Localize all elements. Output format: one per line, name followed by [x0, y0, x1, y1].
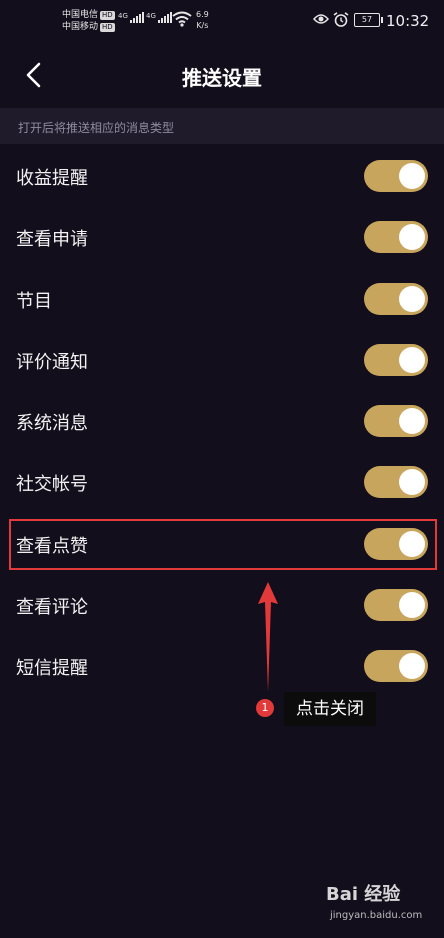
toggle-knob — [399, 224, 425, 251]
section-hint-bar: 打开后将推送相应的消息类型 — [0, 108, 444, 144]
setting-label: 评价通知 — [16, 351, 88, 373]
setting-label: 收益提醒 — [16, 168, 88, 189]
step-badge: 1 — [256, 699, 274, 717]
setting-label: 系统消息 — [16, 413, 88, 435]
toggle-knob — [399, 163, 425, 189]
alarm-icon — [333, 12, 349, 27]
setting-row-sms-reminder: 短信提醒 — [0, 636, 444, 697]
baidu-watermark: Bai 经验 jingyan.baidu.com — [326, 880, 426, 932]
setting-row-programs: 节目 — [0, 269, 444, 330]
highlight-box — [9, 519, 437, 570]
page-title: 推送设置 — [182, 66, 262, 90]
toggle-knob — [399, 592, 425, 619]
hd-badge-2: HD — [100, 23, 115, 32]
view-applications-toggle[interactable] — [364, 221, 428, 254]
carrier-2: 中国移动 — [62, 22, 99, 32]
setting-label: 查看申请 — [16, 229, 88, 251]
section-hint: 打开后将推送相应的消息类型 — [18, 121, 175, 135]
toggle-knob — [399, 469, 425, 496]
push-settings-list: 收益提醒 查看申请 节目 评价通知 系统消息 社交帐号 查看点赞 查看评论 短信… — [0, 146, 444, 698]
setting-row-view-comments: 查看评论 — [0, 575, 444, 636]
view-comments-toggle[interactable] — [364, 589, 428, 622]
network-speed: 6.9 K/s — [196, 10, 209, 30]
eye-icon — [313, 14, 329, 24]
system-messages-toggle[interactable] — [364, 405, 428, 438]
wifi-icon — [172, 11, 192, 27]
setting-label: 节目 — [16, 290, 52, 312]
hd-badge-1: HD — [100, 11, 115, 20]
status-bar: 中国电信 HD 中国移动 HD 4G 4G 6.9 K/s 57 10:32 — [0, 0, 444, 44]
review-notifications-toggle[interactable] — [364, 343, 428, 376]
setting-label: 社交帐号 — [16, 474, 88, 496]
setting-row-social-accounts: 社交帐号 — [0, 452, 444, 513]
signal-icon-2: 4G — [146, 12, 172, 23]
setting-row-income-reminder: 收益提醒 — [0, 146, 444, 207]
setting-label: 查看评论 — [16, 597, 88, 619]
setting-label: 短信提醒 — [16, 658, 88, 680]
carrier-info: 中国电信 HD 中国移动 HD — [62, 9, 115, 33]
annotation-arrow-icon — [258, 582, 278, 692]
setting-row-system-messages: 系统消息 — [0, 391, 444, 452]
programs-toggle[interactable] — [364, 282, 428, 315]
top-nav: 推送设置 — [0, 44, 444, 106]
toggle-knob — [399, 346, 425, 373]
toggle-knob — [399, 285, 425, 312]
setting-row-review-notifications: 评价通知 — [0, 330, 444, 391]
watermark-url: jingyan.baidu.com — [330, 910, 423, 921]
annotation-label: 点击关闭 — [284, 692, 376, 726]
clock: 10:32 — [386, 12, 430, 30]
signal-icon-1: 4G — [118, 12, 144, 23]
sms-reminder-toggle[interactable] — [364, 650, 428, 683]
watermark-brand: Bai 经验 — [326, 884, 401, 905]
toggle-knob — [399, 408, 425, 435]
income-reminder-toggle[interactable] — [364, 160, 428, 192]
setting-row-view-applications: 查看申请 — [0, 207, 444, 268]
carrier-1: 中国电信 — [62, 10, 99, 20]
toggle-knob — [399, 653, 425, 680]
social-accounts-toggle[interactable] — [364, 466, 428, 499]
battery-icon: 57 — [354, 13, 383, 27]
